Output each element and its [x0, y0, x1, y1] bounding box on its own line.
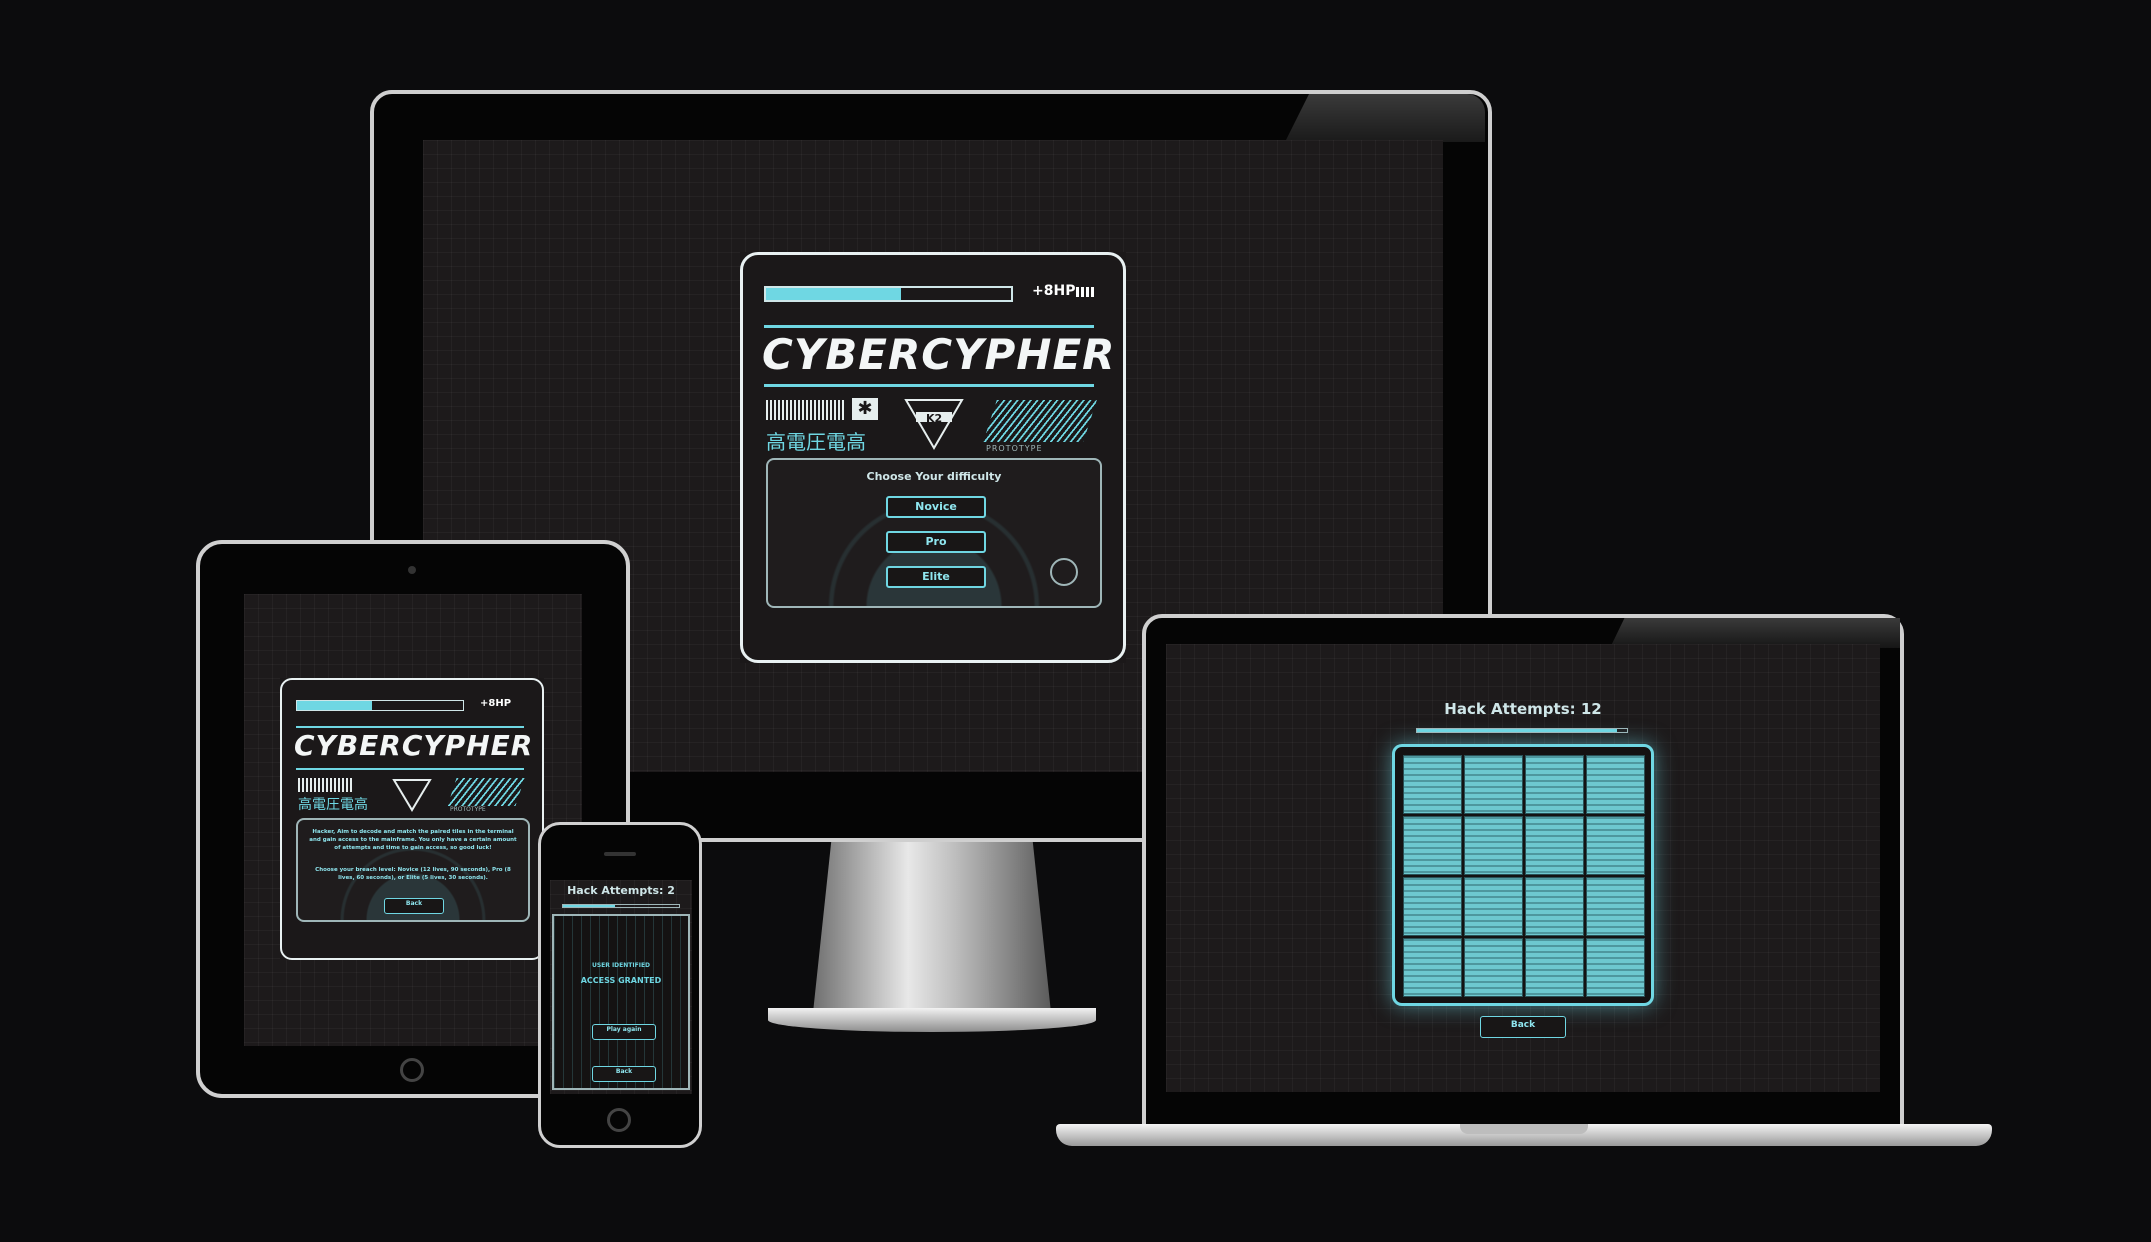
memory-tile[interactable] — [1403, 938, 1462, 997]
back-button[interactable]: Back — [592, 1066, 656, 1082]
back-button[interactable]: Back — [1480, 1016, 1566, 1038]
memory-tile[interactable] — [1403, 816, 1462, 875]
attempts-progress — [562, 904, 680, 908]
eye-icon[interactable] — [1050, 558, 1078, 586]
memory-tile[interactable] — [1525, 816, 1584, 875]
memory-tile[interactable] — [1464, 877, 1523, 936]
kanji-label: 高電圧電高 — [766, 430, 866, 454]
tablet-camera — [408, 566, 416, 574]
tablet-home-button[interactable] — [400, 1058, 424, 1082]
app-title: CYBERCYPHER — [762, 330, 1116, 379]
pro-button[interactable]: Pro — [886, 531, 986, 553]
attempts-label: Hack Attempts: 12 — [1444, 700, 1602, 718]
user-identified-label: USER IDENTIFIED — [591, 962, 651, 969]
attempts-progress — [1416, 728, 1628, 733]
play-again-button[interactable]: Play again — [592, 1024, 656, 1040]
hp-bar — [296, 700, 464, 711]
difficulty-heading: Choose Your difficulty — [866, 470, 1002, 483]
memory-tile[interactable] — [1586, 755, 1645, 814]
hp-label: +8HP — [1032, 283, 1076, 299]
memory-tile[interactable] — [1464, 938, 1523, 997]
tablet-screen: +8HP CYBERCYPHER 高電圧電高 PROTOTYPE Hacker,… — [244, 594, 582, 1046]
app-title: CYBERCYPHER — [294, 729, 534, 762]
barcode-graphic — [766, 400, 846, 420]
difficulty-panel: Choose Your difficulty Novice Pro Elite — [766, 458, 1102, 608]
warning-triangle-icon — [392, 778, 432, 812]
memory-tile[interactable] — [1525, 938, 1584, 997]
badge-label: K2 — [926, 412, 943, 425]
memory-tile[interactable] — [1403, 755, 1462, 814]
memory-tile[interactable] — [1403, 877, 1462, 936]
hatch-graphic — [983, 400, 1097, 442]
prototype-label: PROTOTYPE — [450, 806, 486, 813]
memory-tile[interactable] — [1464, 755, 1523, 814]
tablet-game-card: +8HP CYBERCYPHER 高電圧電高 PROTOTYPE Hacker,… — [280, 678, 544, 960]
hatch-graphic — [447, 778, 525, 806]
matrix-panel: USER IDENTIFIED ACCESS GRANTED Play agai… — [552, 914, 690, 1090]
asterisk-icon: ✱ — [852, 398, 878, 420]
instructions-text-2: Choose your breach level: Novice (12 liv… — [315, 867, 511, 881]
desktop-game-card: +8HP CYBERCYPHER ✱ 高電圧電高 K2 PROTOTYPE Ch… — [740, 252, 1126, 663]
laptop-notch — [1460, 1124, 1588, 1134]
barcode-graphic — [298, 778, 352, 792]
monitor-reflection — [1285, 94, 1485, 142]
elite-button[interactable]: Elite — [886, 566, 986, 588]
memory-tile[interactable] — [1586, 816, 1645, 875]
instructions-panel: Hacker, Aim to decode and match the pair… — [296, 818, 530, 922]
memory-tile[interactable] — [1525, 755, 1584, 814]
phone-home-button[interactable] — [607, 1108, 631, 1132]
kanji-label: 高電圧電高 — [298, 797, 368, 813]
hp-bar — [764, 286, 1013, 302]
tile-board — [1392, 744, 1654, 1006]
phone-screen: Hack Attempts: 2 USER IDENTIFIED ACCESS … — [550, 880, 692, 1094]
battery-icon — [1076, 287, 1096, 297]
back-button[interactable]: Back — [384, 898, 444, 914]
attempts-label: Hack Attempts: 2 — [567, 884, 675, 897]
phone-speaker — [604, 852, 636, 856]
memory-tile[interactable] — [1464, 816, 1523, 875]
monitor-neck — [812, 842, 1052, 1022]
monitor-base — [768, 1008, 1096, 1032]
access-granted-label: ACCESS GRANTED — [580, 976, 662, 985]
memory-tile[interactable] — [1525, 877, 1584, 936]
hp-label: +8HP — [480, 698, 512, 709]
prototype-label: PROTOTYPE — [986, 444, 1043, 453]
novice-button[interactable]: Novice — [886, 496, 986, 518]
laptop-screen: Hack Attempts: 12 Back — [1166, 644, 1880, 1092]
memory-tile[interactable] — [1586, 938, 1645, 997]
instructions-text-1: Hacker, Aim to decode and match the pair… — [309, 829, 517, 851]
memory-tile[interactable] — [1586, 877, 1645, 936]
